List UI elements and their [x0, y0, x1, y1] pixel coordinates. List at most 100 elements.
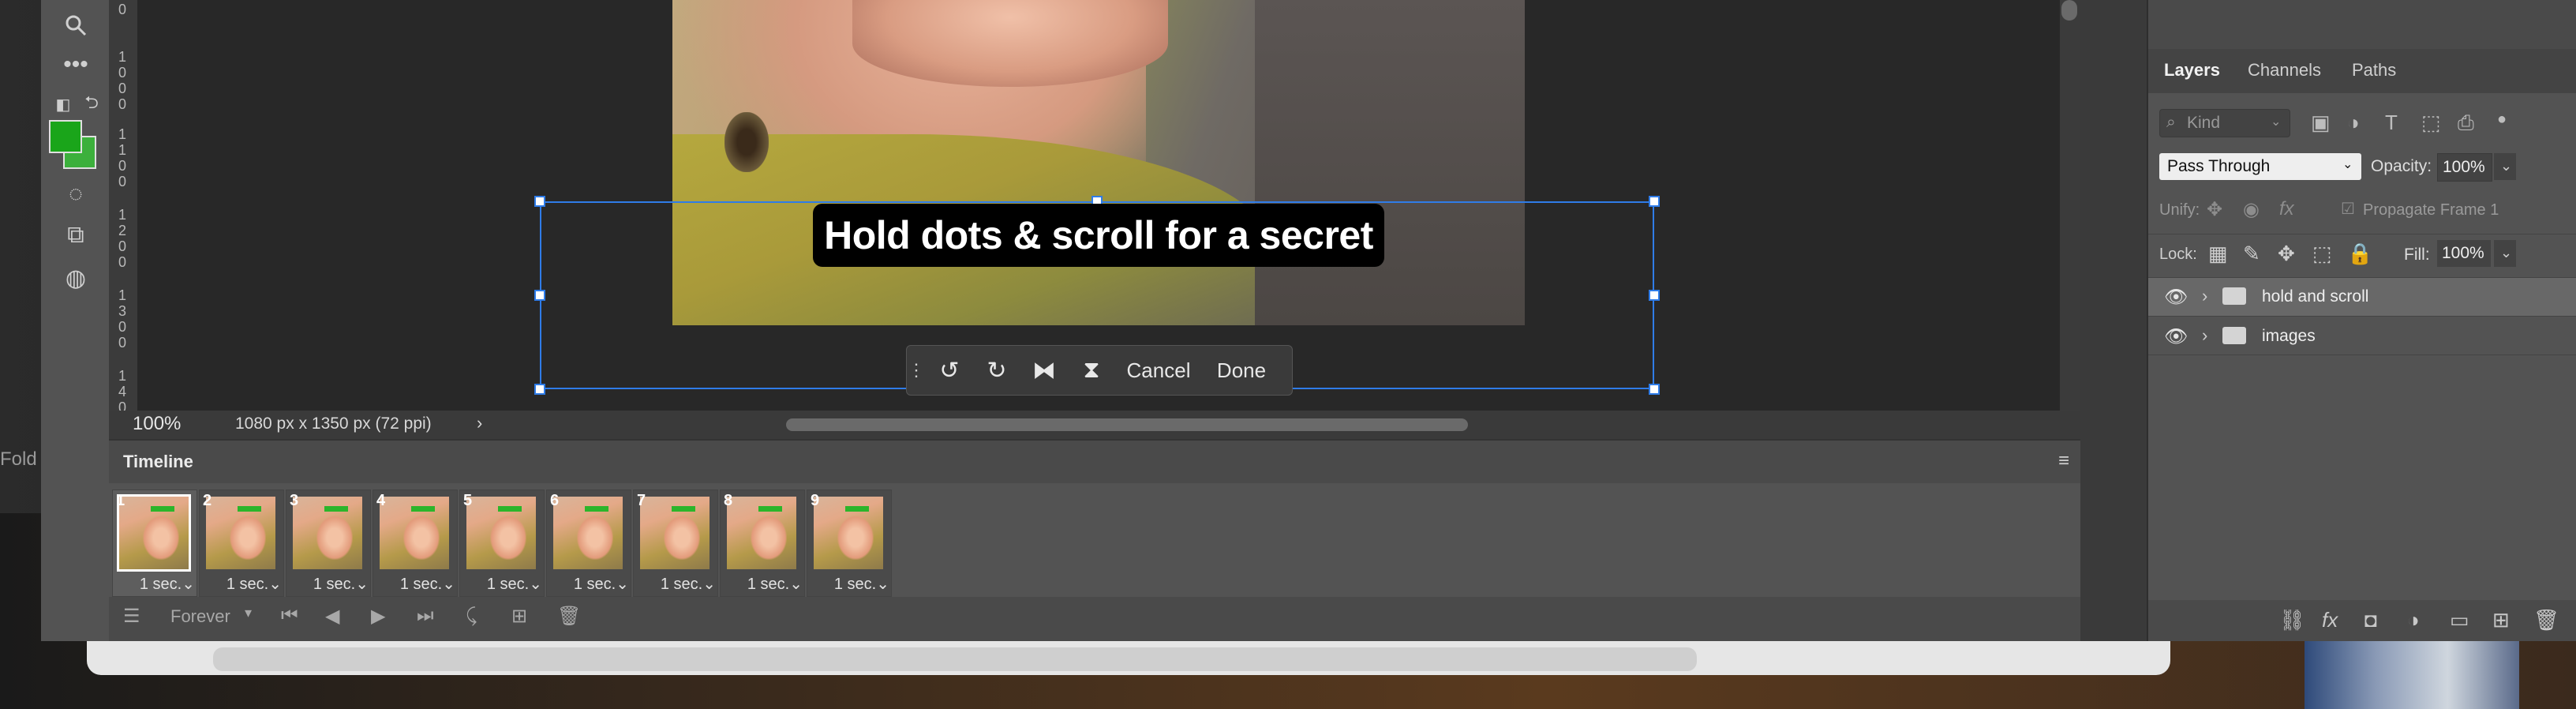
- unify-style-icon[interactable]: fx: [2279, 198, 2294, 220]
- transform-handle[interactable]: [534, 384, 545, 395]
- tab-paths[interactable]: Paths: [2352, 60, 2396, 81]
- frame-delay[interactable]: 1 sec.⌄: [200, 574, 282, 594]
- zoom-level[interactable]: 100%: [133, 413, 181, 435]
- trash-icon[interactable]: 🗑: [2533, 608, 2559, 632]
- duplicate-frame-icon[interactable]: ⊞: [511, 605, 527, 628]
- layer-name[interactable]: images: [2262, 327, 2316, 346]
- lock-transparent-icon[interactable]: ▦: [2208, 242, 2228, 266]
- foreground-color-swatch[interactable]: [49, 120, 82, 153]
- panel-menu-icon[interactable]: ≡: [2058, 450, 2069, 472]
- lock-image-icon[interactable]: ✎: [2243, 242, 2260, 266]
- transform-handle[interactable]: [534, 196, 545, 207]
- lock-all-icon[interactable]: 🔒: [2347, 242, 2372, 266]
- chevron-right-icon[interactable]: ›: [2202, 286, 2207, 306]
- frame-delay[interactable]: 1 sec.⌄: [286, 574, 369, 594]
- fill-label: Fill:: [2404, 246, 2430, 264]
- unify-visibility-icon[interactable]: ◉: [2243, 198, 2260, 221]
- lock-artboard-icon[interactable]: ⬚: [2312, 242, 2332, 266]
- checkbox-icon[interactable]: ☑: [2341, 199, 2355, 219]
- eye-icon[interactable]: 👁: [2164, 325, 2188, 348]
- done-button[interactable]: Done: [1202, 346, 1281, 395]
- timeline-frame[interactable]: 9 1 sec.⌄: [807, 490, 892, 597]
- filter-type-icon[interactable]: T: [2385, 111, 2398, 135]
- generative-fill-icon[interactable]: ◍: [60, 262, 92, 294]
- timeline-frame[interactable]: 4 1 sec.⌄: [373, 490, 458, 597]
- filter-shape-icon[interactable]: ⬚: [2421, 111, 2441, 135]
- eye-icon[interactable]: 👁: [2164, 286, 2188, 309]
- link-layers-icon[interactable]: ⛓: [2279, 608, 2305, 632]
- play-icon[interactable]: ▶: [371, 605, 385, 628]
- propagate-frame-label: Propagate Frame 1: [2363, 201, 2499, 219]
- blend-mode-select[interactable]: Pass Through ⌄: [2159, 153, 2361, 180]
- chevron-right-icon[interactable]: ›: [2202, 325, 2207, 346]
- frame-delay[interactable]: 1 sec.⌄: [460, 574, 542, 594]
- tab-layers[interactable]: Layers: [2164, 60, 2220, 81]
- chevron-down-icon[interactable]: ⌄: [2494, 153, 2516, 180]
- default-colors-icon[interactable]: ◧: [47, 88, 79, 120]
- timeline-title[interactable]: Timeline: [123, 452, 193, 472]
- transform-handle[interactable]: [1649, 384, 1660, 395]
- lock-position-icon[interactable]: ✥: [2278, 242, 2295, 266]
- drag-handle-icon[interactable]: ⋮: [907, 346, 926, 395]
- timeline-frame[interactable]: 2 1 sec.⌄: [199, 490, 284, 597]
- transform-handle[interactable]: [1649, 196, 1660, 207]
- layer-style-icon[interactable]: fx: [2322, 608, 2338, 632]
- flip-horizontal-icon[interactable]: ⧓: [1020, 346, 1068, 395]
- fill-field[interactable]: 100%: [2437, 240, 2491, 267]
- filter-pixel-icon[interactable]: ▣: [2311, 111, 2331, 135]
- new-group-icon[interactable]: ▭: [2450, 608, 2469, 632]
- rotate-left-icon[interactable]: ↺: [926, 346, 973, 395]
- loop-options-select[interactable]: Forever: [170, 606, 230, 627]
- transform-handle[interactable]: [534, 290, 545, 301]
- trash-icon[interactable]: 🗑: [557, 605, 581, 628]
- timeline-frame[interactable]: 3 1 sec.⌄: [286, 490, 371, 597]
- previous-frame-icon[interactable]: ◀: [325, 605, 339, 628]
- layer-mask-icon[interactable]: ◘: [2364, 608, 2377, 632]
- new-layer-icon[interactable]: ⊞: [2492, 608, 2510, 632]
- layer-row[interactable]: [2148, 317, 2576, 355]
- status-menu-arrow[interactable]: ›: [477, 413, 482, 433]
- frame-delay[interactable]: 1 sec.⌄: [373, 574, 455, 594]
- frame-delay[interactable]: 1 sec.⌄: [547, 574, 629, 594]
- chevron-down-icon[interactable]: ⌄: [2494, 240, 2516, 267]
- frame-delay[interactable]: 1 sec.⌄: [113, 574, 195, 594]
- frame-delay[interactable]: 1 sec.⌄: [634, 574, 716, 594]
- timeline-frame[interactable]: 7 1 sec.⌄: [633, 490, 718, 597]
- layer-filter-select[interactable]: ⌕ Kind ⌄: [2159, 109, 2290, 137]
- frame-number: 8: [724, 492, 733, 509]
- tween-icon[interactable]: ⤹: [466, 605, 477, 627]
- frame-thumbnail: [466, 497, 536, 569]
- rotate-right-icon[interactable]: ↻: [973, 346, 1020, 395]
- convert-timeline-icon[interactable]: ☰: [123, 605, 140, 628]
- frame-delay[interactable]: 1 sec.⌄: [807, 574, 889, 594]
- timeline-frame[interactable]: 6 1 sec.⌄: [546, 490, 631, 597]
- filter-toggle-icon[interactable]: ●: [2497, 111, 2507, 129]
- timeline-frame[interactable]: 8 1 sec.⌄: [720, 490, 805, 597]
- cancel-button[interactable]: Cancel: [1115, 346, 1202, 395]
- tab-channels[interactable]: Channels: [2248, 60, 2321, 81]
- unify-position-icon[interactable]: ✥: [2207, 198, 2222, 221]
- flip-vertical-icon[interactable]: ⧗: [1068, 346, 1115, 395]
- quick-mask-icon[interactable]: ◌: [60, 178, 92, 210]
- opacity-field[interactable]: 100%: [2437, 153, 2492, 182]
- adjustment-layer-icon[interactable]: ◑: [2407, 608, 2420, 632]
- filter-smart-object-icon[interactable]: ⎙: [2458, 111, 2474, 136]
- timeline-frame[interactable]: 5 1 sec.⌄: [459, 490, 545, 597]
- caption-text-layer[interactable]: Hold dots & scroll for a secret: [813, 204, 1384, 267]
- search-icon[interactable]: [60, 9, 92, 41]
- vertical-scrollbar-thumb[interactable]: [2061, 0, 2077, 21]
- swap-colors-icon[interactable]: ⮌: [76, 88, 107, 120]
- more-icon[interactable]: •••: [60, 49, 92, 81]
- next-frame-icon[interactable]: ⏭: [417, 605, 434, 627]
- layer-name[interactable]: hold and scroll: [2262, 287, 2368, 306]
- chevron-down-icon[interactable]: ▾: [245, 605, 252, 621]
- transform-handle[interactable]: [1649, 290, 1660, 301]
- first-frame-icon[interactable]: ⏮: [281, 605, 298, 627]
- timeline-frame[interactable]: 1 1 sec.⌄: [112, 490, 197, 597]
- frame-delay[interactable]: 1 sec.⌄: [721, 574, 803, 594]
- vertical-scrollbar[interactable]: [2060, 0, 2080, 411]
- filter-adjustment-icon[interactable]: ◑: [2347, 111, 2360, 135]
- horizontal-scrollbar-thumb[interactable]: [786, 418, 1468, 431]
- screen-mode-icon[interactable]: ⧉: [60, 219, 92, 251]
- ruler-label: 1: [118, 368, 126, 384]
